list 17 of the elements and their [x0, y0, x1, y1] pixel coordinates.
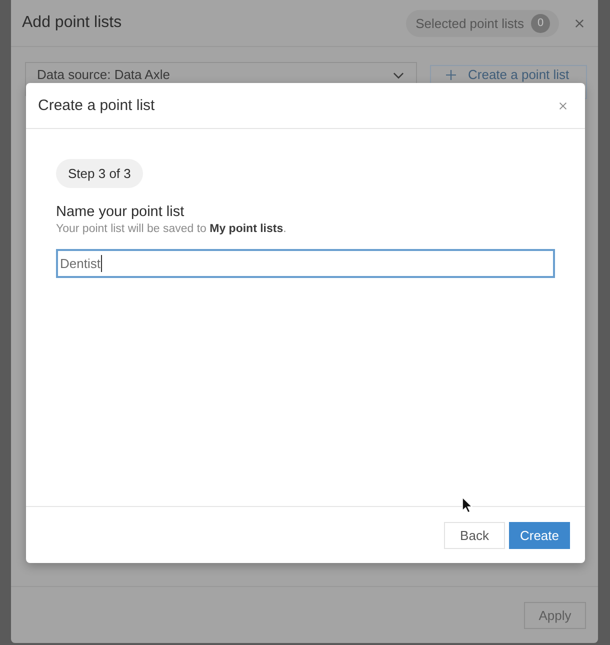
- text-caret-icon: [101, 255, 102, 272]
- count-badge: 0: [531, 14, 550, 32]
- field-hint: Your point list will be saved to My point lists.: [56, 223, 286, 235]
- step-indicator: Step 3 of 3: [56, 159, 143, 188]
- dialog-button[interactable]: Back: [444, 522, 505, 548]
- pointer-cursor-icon: [462, 497, 473, 513]
- dropdown-value: Data source: Data Axle: [37, 68, 170, 82]
- dialog-title: Add point lists: [22, 14, 122, 32]
- name-input-field[interactable]: Dentist: [56, 249, 555, 278]
- modal-title: Create a point list: [38, 97, 155, 114]
- close-icon[interactable]: [559, 102, 567, 110]
- chevron-down-icon: [393, 72, 404, 79]
- selected-point-lists-button[interactable]: Selected point lists 0: [406, 10, 559, 36]
- close-icon[interactable]: [575, 18, 584, 28]
- dialog-button[interactable]: Create: [509, 522, 570, 548]
- plus-icon: [446, 70, 456, 80]
- field-label: Name your point list: [56, 204, 184, 220]
